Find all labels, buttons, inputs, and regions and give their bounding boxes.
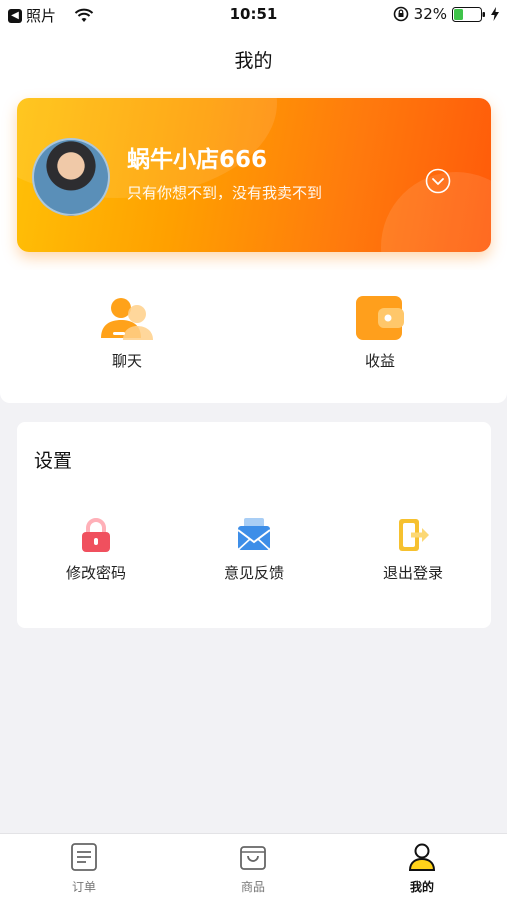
status-right: 32%: [393, 5, 499, 23]
chevron-down-circle-icon[interactable]: [425, 168, 451, 194]
rotation-lock-icon: [393, 6, 408, 22]
settings-card: 设置 修改密码 意见反馈 退出登录: [17, 422, 491, 628]
settings-title: 设置: [34, 450, 73, 472]
shop-name: 蜗牛小店666: [127, 147, 268, 173]
logout-label: 退出登录: [382, 564, 443, 582]
status-bar: ◀ 照片 10:51 32%: [0, 0, 507, 30]
change-password-button[interactable]: 修改密码: [41, 518, 151, 583]
charging-icon: [491, 7, 499, 21]
shop-slogan: 只有你想不到，没有我卖不到: [127, 184, 323, 202]
wallet-icon: [356, 296, 404, 340]
feedback-label: 意见反馈: [223, 564, 284, 582]
user-icon: [408, 843, 436, 871]
quick-actions: 聊天 收益: [0, 270, 507, 403]
profile-card[interactable]: 蜗牛小店666 只有你想不到，没有我卖不到: [17, 98, 491, 252]
tab-products[interactable]: 商品: [213, 842, 293, 895]
battery-icon: [452, 6, 485, 22]
tab-bar: 订单 商品 我的: [0, 833, 507, 900]
logout-button[interactable]: 退出登录: [358, 518, 468, 583]
mail-icon: [237, 518, 271, 551]
logout-icon: [399, 519, 429, 551]
lock-icon: [82, 518, 110, 552]
avatar[interactable]: [32, 138, 110, 216]
order-icon: [71, 843, 97, 871]
change-password-label: 修改密码: [65, 564, 126, 582]
tab-mine-label: 我的: [409, 880, 434, 894]
tab-mine[interactable]: 我的: [382, 842, 462, 895]
chat-user-icon: [101, 298, 153, 340]
income-button[interactable]: 收益: [335, 294, 425, 371]
header: 我的: [0, 30, 507, 90]
chat-label: 聊天: [111, 352, 142, 370]
income-label: 收益: [364, 352, 395, 370]
profile-area: 蜗牛小店666 只有你想不到，没有我卖不到: [0, 90, 507, 270]
tab-orders-label: 订单: [71, 880, 96, 894]
tab-orders[interactable]: 订单: [44, 842, 124, 895]
tab-products-label: 商品: [240, 880, 265, 894]
feedback-button[interactable]: 意见反馈: [199, 518, 309, 583]
page-title: 我的: [234, 50, 273, 72]
chat-button[interactable]: 聊天: [82, 294, 172, 371]
bag-icon: [240, 846, 266, 870]
battery-percent: 32%: [413, 5, 447, 23]
